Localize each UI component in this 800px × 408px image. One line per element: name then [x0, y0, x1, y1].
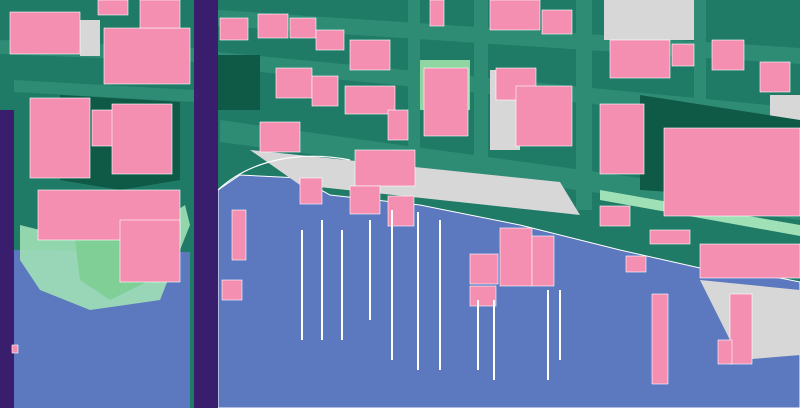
paved-lot-top	[604, 0, 694, 40]
road-vertical-1	[408, 0, 420, 170]
paved-lot-left	[80, 20, 100, 56]
road-vertical-4	[694, 0, 706, 120]
road-vertical-3	[576, 0, 592, 210]
divider-strip-center	[194, 0, 218, 408]
divider-strip-left	[0, 110, 14, 408]
dark-green-block-1	[218, 55, 260, 110]
road-vertical-2	[474, 0, 488, 170]
map-canvas[interactable]	[0, 0, 800, 408]
